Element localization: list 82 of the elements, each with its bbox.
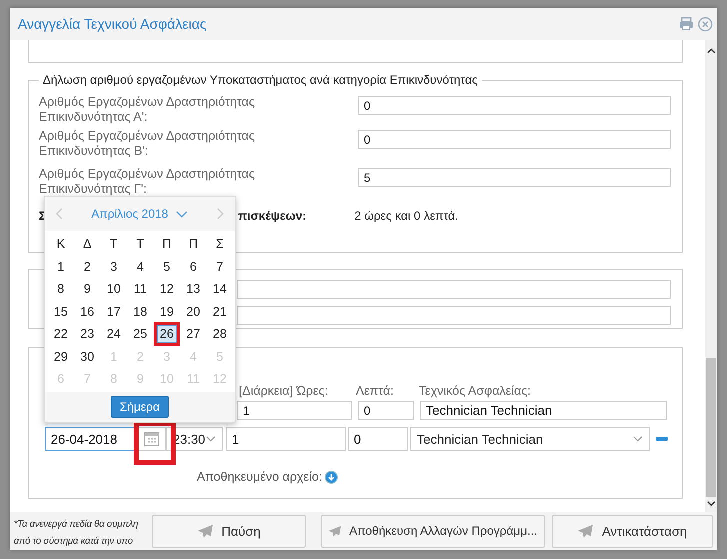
action-button[interactable]: Παύση [152, 514, 306, 548]
scroll-down-icon[interactable] [706, 501, 716, 507]
hours-field[interactable]: 1 [226, 427, 346, 451]
calendar-day[interactable]: 26 [157, 325, 177, 343]
field-label: πισκέψεων: [238, 209, 307, 223]
previous-month-icon[interactable] [55, 208, 63, 220]
number-field[interactable]: 5 [358, 168, 671, 187]
section-legend: Δήλωση αριθμού εργαζομένων Υποκαταστήματος ανά κατηγορία Επικινδυνότητας [39, 73, 482, 87]
send-icon [196, 524, 214, 538]
hours-field[interactable]: 1 [237, 401, 352, 420]
field-label: Αριθμός Εργαζομένων Δραστηριότητας Επικινδυνότητας Γ': [39, 167, 256, 197]
field-label: Αριθμός Εργαζομένων Δραστηριότητας Επικινδυνότητας Α': [39, 95, 256, 125]
calendar-day[interactable]: 8 [51, 280, 71, 298]
weekday-label: Τ [136, 236, 146, 253]
number-field[interactable]: 0 [358, 130, 671, 149]
calendar-button[interactable] [138, 427, 166, 451]
weekday-label: Σ [215, 236, 225, 253]
total-duration-text: 2 ώρες και 0 λεπτά. [354, 209, 459, 223]
calendar-day[interactable]: 6 [184, 258, 204, 276]
calendar-day[interactable]: 21 [210, 302, 230, 320]
chevron-icon [176, 210, 188, 218]
next-month-icon[interactable] [217, 208, 225, 220]
send-icon [328, 524, 342, 538]
calendar-day[interactable]: 30 [78, 348, 98, 366]
printer-icon[interactable] [679, 17, 694, 31]
today-button[interactable]: Σήμερα [110, 396, 170, 418]
weekday-label: Δ [82, 236, 93, 253]
column-label: Λεπτά: [356, 384, 396, 398]
calendar-day[interactable]: 4 [130, 258, 150, 276]
calendar-day[interactable]: 28 [210, 325, 230, 343]
calendar-day[interactable]: 12 [157, 280, 177, 298]
action-button[interactable]: Αποθήκευση Αλλαγών Προγράμμ... [320, 514, 545, 548]
calendar-day[interactable]: 23 [78, 325, 98, 343]
calendar-day[interactable]: 16 [78, 302, 98, 320]
technician-dropdown[interactable]: Technician Technician [410, 427, 650, 451]
weekday-label: Τ [109, 236, 119, 253]
calendar-day[interactable]: 11 [130, 280, 150, 298]
send-icon [577, 524, 594, 538]
minutes-field[interactable]: 0 [358, 401, 414, 420]
minutes-field[interactable]: 0 [348, 427, 408, 451]
calendar-day[interactable]: 24 [104, 325, 124, 343]
text-field[interactable] [237, 306, 671, 324]
scrollbar[interactable] [705, 40, 717, 512]
calendar-day[interactable]: 22 [51, 325, 71, 343]
calendar-day[interactable]: 1 [51, 258, 71, 276]
calendar-day[interactable]: 17 [104, 302, 124, 320]
calendar-day[interactable]: 10 [104, 280, 124, 298]
calendar-day[interactable]: 13 [184, 280, 204, 298]
calendar-day[interactable]: 15 [51, 302, 71, 320]
calendar-day[interactable]: 9 [78, 280, 98, 298]
calendar-day[interactable]: 25 [130, 325, 150, 343]
calendar-day[interactable]: 19 [157, 302, 177, 320]
field-label: Αριθμός Εργαζομένων Δραστηριότητας Επικινδυνότητας Β': [39, 129, 256, 159]
weekday-label: Κ [56, 236, 66, 253]
action-button[interactable]: Αντικατάσταση [552, 514, 713, 548]
calendar-day[interactable]: 3 [104, 258, 124, 276]
calendar-day[interactable]: 27 [184, 325, 204, 343]
download-icon[interactable] [325, 470, 338, 484]
footnote-text: *Τα ανενεργά πεδία θα συμπλη από το σύστημα κατά την υπο [14, 518, 138, 549]
caret-icon [633, 436, 643, 442]
window-title: Αναγγελία Τεχνικού Ασφάλειας [18, 16, 208, 32]
calendar-day[interactable]: 18 [130, 302, 150, 320]
calendar-icon [144, 431, 160, 447]
caret-icon [206, 436, 216, 442]
scroll-up-icon[interactable] [706, 48, 716, 54]
field-label: Αποθηκευμένο αρχείο: [197, 470, 322, 484]
calendar-day[interactable]: 14 [210, 280, 230, 298]
weekday-label: Π [188, 236, 200, 253]
calendar-day[interactable]: 29 [51, 348, 71, 366]
calendar-day[interactable]: 7 [210, 258, 230, 276]
calendar-day[interactable]: 20 [184, 302, 204, 320]
weekday-label: Π [161, 236, 173, 253]
number-field[interactable]: 0 [358, 96, 671, 115]
calendar-day[interactable]: 2 [78, 258, 98, 276]
calendar-day[interactable]: 5 [157, 258, 177, 276]
remove-icon[interactable] [656, 437, 668, 441]
column-label: Τεχνικός Ασφαλείας: [419, 384, 531, 398]
close-icon[interactable] [698, 16, 713, 32]
column-label: [Διάρκεια] Ώρες: [239, 384, 330, 398]
scrollbar-thumb[interactable] [706, 358, 716, 497]
text-field[interactable] [237, 280, 671, 298]
technician-field[interactable]: Technician Technician [420, 401, 667, 420]
